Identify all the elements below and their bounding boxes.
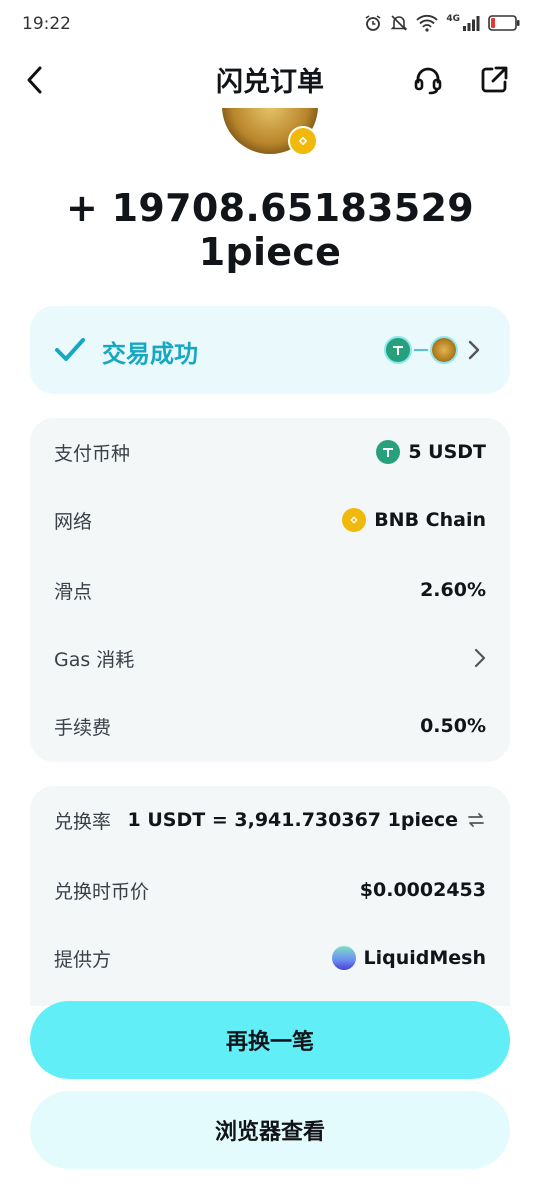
rate-label: 兑换率 [54,810,112,833]
swap-direction-icon[interactable] [466,810,486,830]
provider-label: 提供方 [54,948,112,971]
battery-icon [488,15,520,31]
swap-route [384,336,480,364]
pay-token-label: 支付币种 [54,442,131,465]
fee-value: 0.50% [420,715,486,737]
chevron-right-icon[interactable] [474,648,486,668]
pay-token-value: 5 USDT [408,441,486,463]
swap-again-button[interactable]: 再换一笔 [30,1001,510,1079]
pay-token-row: 支付币种 5 USDT [54,436,486,468]
fee-row: 手续费 0.50% [54,710,486,742]
signal-icon [463,16,480,31]
view-in-browser-button[interactable]: 浏览器查看 [30,1091,510,1169]
price-row: 兑换时币价 $0.0002453 [54,874,486,906]
gas-label: Gas 消耗 [54,648,135,671]
gas-row[interactable]: Gas 消耗 [54,642,486,674]
network-value: BNB Chain [374,509,486,531]
status-icons: 4G [364,14,520,32]
alarm-icon [365,15,381,31]
network-label: 网络 [54,510,93,533]
slippage-value: 2.60% [420,579,486,601]
status-bar: 19:22 4G [0,0,540,50]
fee-label: 手续费 [54,716,112,739]
transaction-status-card[interactable]: 交易成功 [30,306,510,394]
swap-order-page: 19:22 4G 闪兑订单 + 19708.65183529 1piece 交易… [0,0,540,1199]
price-value: $0.0002453 [359,879,486,901]
status-text: 交易成功 [102,340,198,368]
network-type: 4G [446,14,460,24]
slippage-row: 滑点 2.60% [54,574,486,606]
bnb-icon [342,508,367,532]
slippage-label: 滑点 [54,580,93,603]
liquidmesh-icon [331,946,356,970]
share-icon[interactable] [478,64,510,96]
order-details-card: 支付币种 5 USDT 网络 BNB Chain 滑点 2.60% Gas 消耗… [30,418,510,762]
header: 闪兑订单 [0,52,540,108]
provider-value: LiquidMesh [363,947,487,969]
received-amount: + 19708.65183529 1piece [65,186,475,274]
status-time: 19:22 [22,14,71,34]
exchange-info-card: 兑换率 1 USDT = 3,941.730367 1piece 兑换时币价 $… [30,786,510,1006]
chevron-right-icon [468,340,480,360]
mute-icon [390,15,408,31]
usdt-icon [376,440,401,464]
price-label: 兑换时币价 [54,880,150,903]
network-row: 网络 BNB Chain [54,504,486,536]
piece-icon [430,336,458,364]
headset-icon[interactable] [412,64,444,96]
provider-row: 提供方 LiquidMesh [54,942,486,974]
page-title: 闪兑订单 [216,67,324,98]
rate-row: 兑换率 1 USDT = 3,941.730367 1piece [54,804,486,836]
bnb-chain-badge-icon [288,126,318,156]
token-avatar [220,108,320,156]
wifi-icon [416,14,438,32]
rate-value: 1 USDT = 3,941.730367 1piece [127,809,458,831]
check-icon [55,338,85,361]
usdt-icon [384,336,412,364]
